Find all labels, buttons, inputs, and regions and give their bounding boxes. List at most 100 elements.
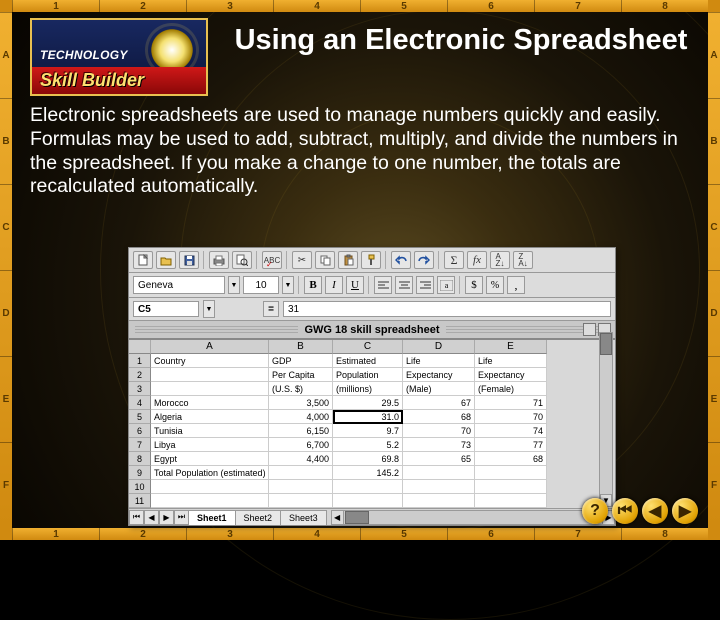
column-header[interactable]: B (269, 340, 333, 354)
font-name-selector[interactable]: Geneva (133, 276, 225, 294)
cell[interactable] (269, 480, 333, 494)
undo-icon[interactable] (391, 251, 411, 269)
row-header[interactable]: 10 (129, 480, 151, 494)
paste-icon[interactable] (338, 251, 358, 269)
sort-asc-icon[interactable]: AZ↓ (490, 251, 510, 269)
cut-icon[interactable]: ✂ (292, 251, 312, 269)
next-slide-button[interactable]: ▶ (672, 498, 698, 524)
autosum-icon[interactable]: Σ (444, 251, 464, 269)
cell[interactable] (475, 494, 547, 508)
sheet-tab[interactable]: Sheet1 (188, 510, 236, 525)
row-header[interactable]: 8 (129, 452, 151, 466)
new-doc-icon[interactable] (133, 251, 153, 269)
spreadsheet-grid[interactable]: 1234567891011ABCDECountryGDPEstimatedLif… (129, 339, 615, 508)
first-slide-button[interactable]: ⏮ (612, 498, 638, 524)
font-name-dropdown-icon[interactable]: ▼ (228, 276, 240, 294)
formula-input[interactable]: 31 (283, 301, 611, 317)
cell[interactable]: Algeria (151, 410, 269, 424)
copy-icon[interactable] (315, 251, 335, 269)
cell[interactable]: 6,700 (269, 438, 333, 452)
cell[interactable]: 67 (403, 396, 475, 410)
window-button-icon[interactable] (583, 323, 596, 336)
cell[interactable]: GDP (269, 354, 333, 368)
print-icon[interactable] (209, 251, 229, 269)
cell[interactable]: 145.2 (333, 466, 403, 480)
cell[interactable]: 9.7 (333, 424, 403, 438)
cell[interactable]: Total Population (estimated) (151, 466, 269, 480)
column-header[interactable]: C (333, 340, 403, 354)
column-header[interactable]: E (475, 340, 547, 354)
redo-icon[interactable] (414, 251, 434, 269)
cell[interactable]: (U.S. $) (269, 382, 333, 396)
column-header[interactable]: A (151, 340, 269, 354)
cell[interactable]: Egypt (151, 452, 269, 466)
tab-nav-next-icon[interactable]: ▶ (159, 510, 174, 525)
bold-button[interactable]: B (304, 276, 322, 294)
cell[interactable]: Libya (151, 438, 269, 452)
cell[interactable]: 77 (475, 438, 547, 452)
font-size-selector[interactable]: 10 (243, 276, 279, 294)
cell[interactable]: 65 (403, 452, 475, 466)
scroll-thumb[interactable] (600, 333, 612, 355)
cell[interactable] (475, 466, 547, 480)
cell[interactable]: Country (151, 354, 269, 368)
align-left-icon[interactable] (374, 276, 392, 294)
comma-icon[interactable]: , (507, 276, 525, 294)
cell[interactable]: 5.2 (333, 438, 403, 452)
row-header[interactable]: 9 (129, 466, 151, 480)
align-center-icon[interactable] (395, 276, 413, 294)
cell[interactable]: 31.0 (333, 410, 403, 424)
cell[interactable]: 68 (475, 452, 547, 466)
italic-button[interactable]: I (325, 276, 343, 294)
vertical-scrollbar[interactable]: ▲ ▼ (599, 332, 613, 507)
cell[interactable] (151, 480, 269, 494)
cell[interactable]: Expectancy (403, 368, 475, 382)
row-header[interactable]: 2 (129, 368, 151, 382)
function-icon[interactable]: fx (467, 251, 487, 269)
horizontal-scrollbar[interactable]: ◀ ▶ (331, 510, 615, 525)
font-size-dropdown-icon[interactable]: ▼ (282, 276, 294, 294)
cell[interactable]: Estimated (333, 354, 403, 368)
cell[interactable]: 73 (403, 438, 475, 452)
cell[interactable] (151, 494, 269, 508)
cell[interactable] (269, 494, 333, 508)
cell[interactable] (151, 382, 269, 396)
cell[interactable]: (Female) (475, 382, 547, 396)
cell[interactable]: 70 (475, 410, 547, 424)
currency-icon[interactable]: $ (465, 276, 483, 294)
cell[interactable]: 71 (475, 396, 547, 410)
cell[interactable]: (Male) (403, 382, 475, 396)
row-header[interactable]: 5 (129, 410, 151, 424)
tab-nav-prev-icon[interactable]: ◀ (144, 510, 159, 525)
cell[interactable]: Per Capita (269, 368, 333, 382)
cell[interactable]: 70 (403, 424, 475, 438)
cell[interactable]: 74 (475, 424, 547, 438)
cell[interactable] (403, 494, 475, 508)
cell[interactable]: 69.8 (333, 452, 403, 466)
cell-reference-box[interactable]: C5 (133, 301, 199, 317)
row-header[interactable]: 4 (129, 396, 151, 410)
tab-nav-last-icon[interactable]: ⏭ (174, 510, 189, 525)
cell[interactable]: Life (403, 354, 475, 368)
merge-center-icon[interactable]: a (437, 276, 455, 294)
underline-button[interactable]: U (346, 276, 364, 294)
scroll-thumb[interactable] (345, 511, 369, 524)
cell[interactable]: 4,000 (269, 410, 333, 424)
tab-nav-first-icon[interactable]: ⏮ (129, 510, 144, 525)
cell[interactable]: 4,400 (269, 452, 333, 466)
format-painter-icon[interactable] (361, 251, 381, 269)
cell[interactable] (403, 466, 475, 480)
scroll-left-icon[interactable]: ◀ (331, 510, 344, 525)
save-icon[interactable] (179, 251, 199, 269)
column-header[interactable]: D (403, 340, 475, 354)
help-button[interactable]: ? (582, 498, 608, 524)
cell[interactable] (269, 466, 333, 480)
cell[interactable]: 29.5 (333, 396, 403, 410)
row-header[interactable]: 11 (129, 494, 151, 508)
cell[interactable]: Life (475, 354, 547, 368)
cell[interactable]: 6,150 (269, 424, 333, 438)
select-all-corner[interactable] (129, 340, 151, 354)
cell[interactable]: 3,500 (269, 396, 333, 410)
cell[interactable] (403, 480, 475, 494)
cell[interactable]: 68 (403, 410, 475, 424)
